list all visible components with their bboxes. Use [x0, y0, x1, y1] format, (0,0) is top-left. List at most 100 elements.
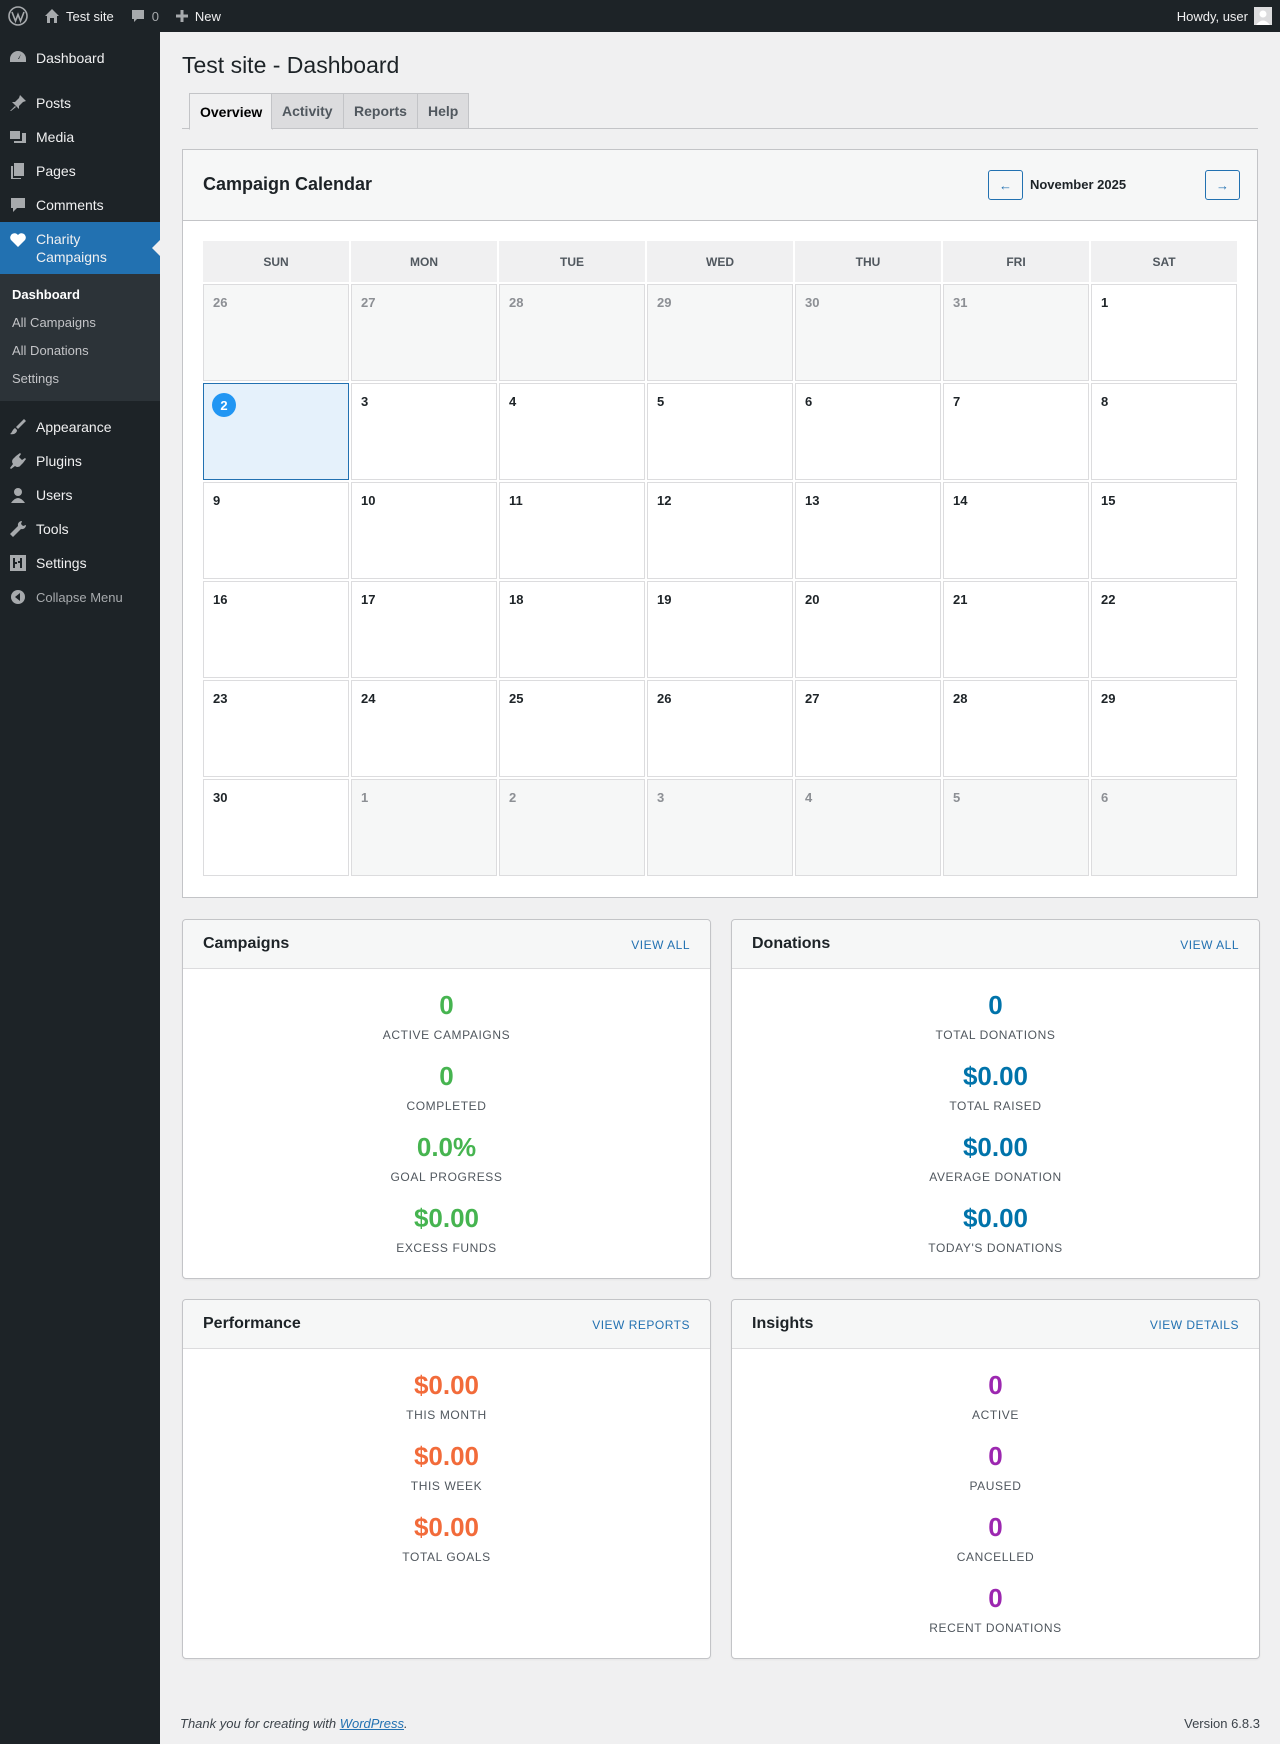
calendar-day[interactable]: 1 — [351, 779, 497, 876]
calendar-day[interactable]: 26 — [647, 680, 793, 777]
calendar-day[interactable]: 9 — [203, 482, 349, 579]
prev-month-button[interactable]: ← — [988, 170, 1023, 200]
calendar-day[interactable]: 3 — [351, 383, 497, 480]
tab-help[interactable]: Help — [417, 93, 470, 129]
calendar-day[interactable]: 27 — [351, 284, 497, 381]
metric-value: $0.00 — [962, 1203, 1029, 1233]
footer-thanks-prefix: Thank you for creating with — [180, 1716, 340, 1731]
menu-plugins[interactable]: Plugins — [0, 444, 160, 478]
calendar-day[interactable]: 10 — [351, 482, 497, 579]
calendar-day[interactable]: 17 — [351, 581, 497, 678]
calendar-day[interactable]: 26 — [203, 284, 349, 381]
tab-overview[interactable]: Overview — [189, 93, 274, 130]
calendar-day[interactable]: 19 — [647, 581, 793, 678]
calendar-day[interactable]: 29 — [647, 284, 793, 381]
calendar-day[interactable]: 3 — [647, 779, 793, 876]
calendar-day[interactable]: 7 — [943, 383, 1089, 480]
calendar-day[interactable]: 16 — [203, 581, 349, 678]
metric-value: 0.0% — [416, 1132, 477, 1162]
calendar-week-row: 30 1 2 3 4 5 6 — [203, 779, 1239, 876]
metric-label: RECENT DONATIONS — [929, 1621, 1062, 1635]
wordpress-logo-icon[interactable] — [0, 0, 36, 32]
menu-users[interactable]: Users — [0, 478, 160, 512]
menu-charity-campaigns[interactable]: Charity Campaigns — [0, 222, 160, 274]
day-number: 1 — [1101, 295, 1109, 310]
view-details-link[interactable]: VIEW DETAILS — [1150, 1318, 1239, 1332]
pin-icon — [8, 93, 28, 113]
dow-header: SAT — [1091, 241, 1237, 282]
menu-label: Plugins — [36, 453, 82, 469]
wordpress-link[interactable]: WordPress — [340, 1716, 404, 1731]
menu-comments[interactable]: Comments — [0, 188, 160, 222]
calendar-day[interactable]: 6 — [795, 383, 941, 480]
calendar-day[interactable]: 2 — [499, 779, 645, 876]
next-month-button[interactable]: → — [1205, 170, 1240, 200]
menu-settings[interactable]: Settings — [0, 546, 160, 580]
calendar-day[interactable]: 5 — [647, 383, 793, 480]
calendar-day[interactable]: 30 — [203, 779, 349, 876]
metric: 0 PAUSED — [732, 1440, 1259, 1511]
calendar-day-today[interactable]: 2 — [203, 383, 349, 480]
calendar-day[interactable]: 18 — [499, 581, 645, 678]
calendar-day[interactable]: 4 — [795, 779, 941, 876]
calendar-day[interactable]: 8 — [1091, 383, 1237, 480]
calendar-day[interactable]: 13 — [795, 482, 941, 579]
day-number: 6 — [1101, 790, 1109, 805]
my-account[interactable]: Howdy, user — [1177, 7, 1280, 25]
menu-label: Tools — [36, 521, 69, 537]
howdy-label: Howdy, user — [1176, 8, 1248, 24]
comments-link[interactable]: 0 — [122, 0, 167, 32]
calendar-day[interactable]: 4 — [499, 383, 645, 480]
calendar-day[interactable]: 20 — [795, 581, 941, 678]
calendar-day[interactable]: 21 — [943, 581, 1089, 678]
menu-dashboard[interactable]: Dashboard — [0, 41, 160, 75]
card-header: Donations VIEW ALL — [732, 920, 1259, 969]
menu-pages[interactable]: Pages — [0, 154, 160, 188]
day-number: 12 — [657, 493, 672, 508]
days-of-week-row: SUN MON TUE WED THU FRI SAT — [203, 241, 1239, 284]
calendar-day[interactable]: 12 — [647, 482, 793, 579]
calendar-day[interactable]: 27 — [795, 680, 941, 777]
menu-appearance[interactable]: Appearance — [0, 410, 160, 444]
calendar-day[interactable]: 28 — [943, 680, 1089, 777]
campaigns-card: Campaigns VIEW ALL 0 ACTIVE CAMPAIGNS 0 CO… — [182, 919, 711, 1279]
calendar-day[interactable]: 31 — [943, 284, 1089, 381]
calendar-day[interactable]: 1 — [1091, 284, 1237, 381]
submenu-settings[interactable]: Settings — [0, 365, 160, 393]
calendar-day[interactable]: 25 — [499, 680, 645, 777]
submenu-dashboard[interactable]: Dashboard — [0, 281, 160, 309]
dow-header: SUN — [203, 241, 349, 282]
view-reports-link[interactable]: VIEW REPORTS — [592, 1318, 690, 1332]
metric-label: THIS WEEK — [410, 1479, 483, 1493]
calendar-day[interactable]: 28 — [499, 284, 645, 381]
donations-view-all-link[interactable]: VIEW ALL — [1180, 938, 1239, 952]
menu-tools[interactable]: Tools — [0, 512, 160, 546]
calendar-day[interactable]: 11 — [499, 482, 645, 579]
submenu-all-donations[interactable]: All Donations — [0, 337, 160, 365]
media-icon — [8, 127, 28, 147]
calendar-day[interactable]: 24 — [351, 680, 497, 777]
calendar-day[interactable]: 6 — [1091, 779, 1237, 876]
metric: 0 TOTAL DONATIONS — [732, 989, 1259, 1060]
menu-posts[interactable]: Posts — [0, 86, 160, 120]
campaigns-view-all-link[interactable]: VIEW ALL — [631, 938, 690, 952]
calendar-day[interactable]: 23 — [203, 680, 349, 777]
metric-value: $0.00 — [413, 1370, 480, 1400]
tab-reports[interactable]: Reports — [343, 93, 418, 129]
collapse-menu-button[interactable]: Collapse Menu — [0, 580, 160, 614]
calendar-week-row: 26 27 28 29 30 31 1 — [203, 284, 1239, 381]
calendar-day[interactable]: 30 — [795, 284, 941, 381]
day-number: 15 — [1101, 493, 1116, 508]
new-content-link[interactable]: New — [167, 0, 229, 32]
tab-activity[interactable]: Activity — [271, 93, 344, 129]
calendar-day[interactable]: 15 — [1091, 482, 1237, 579]
calendar-day[interactable]: 5 — [943, 779, 1089, 876]
calendar-day[interactable]: 29 — [1091, 680, 1237, 777]
day-number: 27 — [361, 295, 376, 310]
calendar-day[interactable]: 22 — [1091, 581, 1237, 678]
metric-value: 0 — [988, 990, 1003, 1020]
site-name-link[interactable]: Test site — [36, 0, 122, 32]
calendar-day[interactable]: 14 — [943, 482, 1089, 579]
menu-media[interactable]: Media — [0, 120, 160, 154]
submenu-all-campaigns[interactable]: All Campaigns — [0, 309, 160, 337]
